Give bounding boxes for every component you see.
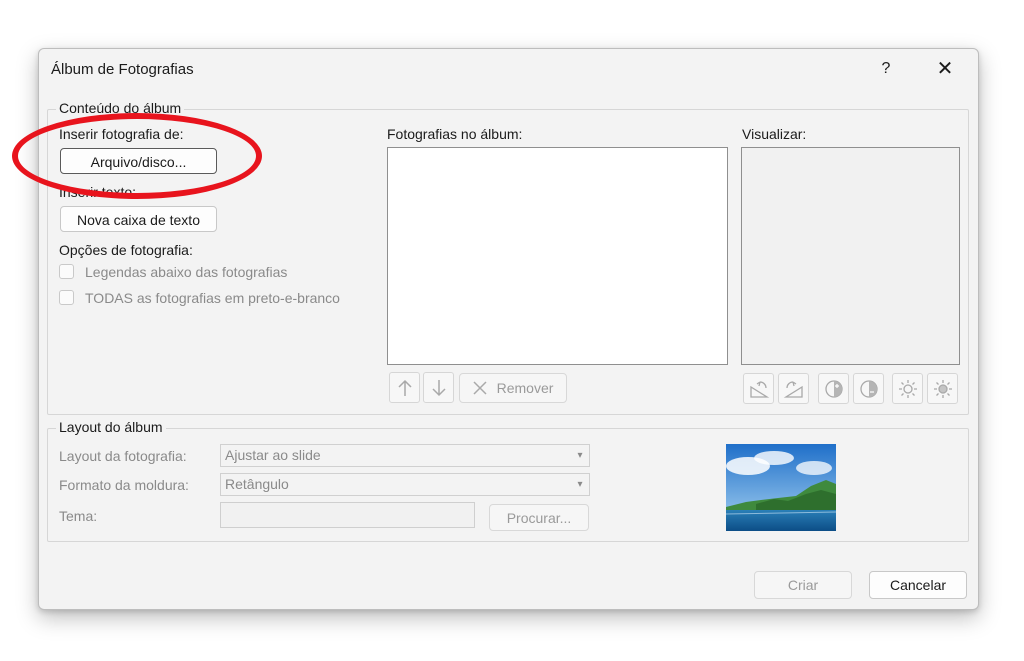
highlight-ellipse <box>12 113 262 199</box>
picture-layout-value: Ajustar ao slide <box>225 447 321 463</box>
rotate-left-icon <box>750 381 770 398</box>
theme-field[interactable] <box>220 502 475 528</box>
move-down-icon <box>432 380 446 397</box>
photos-in-album-listbox[interactable] <box>387 147 728 365</box>
move-up-button[interactable] <box>389 372 420 403</box>
cancel-button[interactable]: Cancelar <box>869 571 967 599</box>
photo-options-label: Opções de fotografia: <box>59 242 193 258</box>
contrast-increase-button[interactable] <box>818 373 849 404</box>
help-icon[interactable]: ? <box>875 57 897 81</box>
brightness-decrease-icon <box>934 380 952 398</box>
create-button-label: Criar <box>787 577 819 593</box>
theme-label: Tema: <box>59 508 98 524</box>
picture-layout-label: Layout da fotografia: <box>59 448 187 464</box>
title-bar: Álbum de Fotografias ? ✕ <box>39 49 978 89</box>
album-layout-legend: Layout do álbum <box>56 419 166 435</box>
move-up-icon <box>398 379 412 396</box>
close-icon[interactable]: ✕ <box>933 57 957 81</box>
cancel-button-label: Cancelar <box>889 577 947 593</box>
new-text-box-button[interactable]: Nova caixa de texto <box>60 206 217 232</box>
browse-button-label: Procurar... <box>506 510 572 526</box>
layout-preview-thumbnail <box>726 444 836 531</box>
photos-in-album-label: Fotografias no álbum: <box>387 126 523 142</box>
create-button[interactable]: Criar <box>754 571 852 599</box>
rotate-right-button[interactable] <box>778 373 809 404</box>
frame-shape-value: Retângulo <box>225 476 289 492</box>
contrast-decrease-icon <box>860 380 878 398</box>
move-down-button[interactable] <box>423 372 454 403</box>
contrast-decrease-button[interactable] <box>853 373 884 404</box>
brightness-increase-icon <box>899 380 917 398</box>
rotate-left-button[interactable] <box>743 373 774 404</box>
all-black-white-checkbox[interactable] <box>59 290 74 305</box>
dropdown-arrow-icon: ▾ <box>577 450 583 461</box>
new-text-box-button-label: Nova caixa de texto <box>77 212 200 228</box>
brightness-decrease-button[interactable] <box>927 373 958 404</box>
all-black-white-label: TODAS as fotografias em preto-e-branco <box>85 290 340 306</box>
frame-shape-label: Formato da moldura: <box>59 477 189 493</box>
remove-x-icon <box>473 381 487 395</box>
picture-layout-select[interactable]: Ajustar ao slide ▾ <box>220 444 590 467</box>
remove-button-label: Remover <box>496 380 554 396</box>
captions-below-label: Legendas abaixo das fotografias <box>85 264 288 280</box>
rotate-right-icon <box>783 381 803 398</box>
frame-shape-select[interactable]: Retângulo ▾ <box>220 473 590 496</box>
brightness-increase-button[interactable] <box>892 373 923 404</box>
dialog-title: Álbum de Fotografias <box>51 61 194 78</box>
browse-button[interactable]: Procurar... <box>489 504 589 531</box>
preview-box <box>741 147 960 365</box>
dropdown-arrow-icon: ▾ <box>577 479 583 490</box>
remove-button[interactable]: Remover <box>459 373 567 403</box>
preview-label: Visualizar: <box>742 126 807 142</box>
captions-below-checkbox[interactable] <box>59 264 74 279</box>
contrast-increase-icon <box>825 380 843 398</box>
